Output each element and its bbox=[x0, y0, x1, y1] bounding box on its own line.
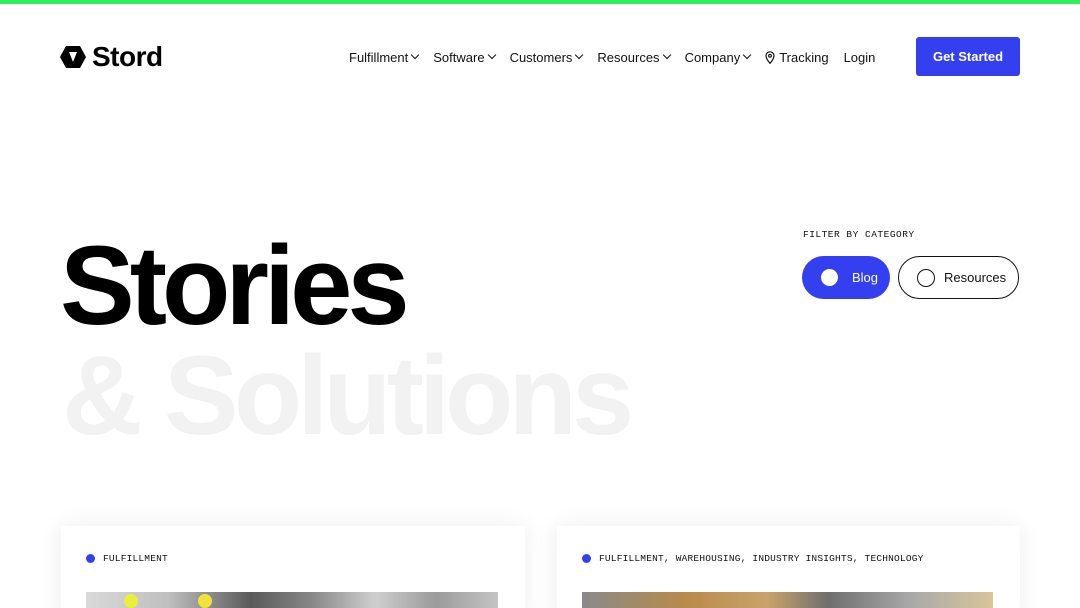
site-header: Stord Fulfillment Software Customers Res… bbox=[0, 4, 1080, 108]
nav-label: Software bbox=[433, 49, 485, 65]
nav-label: Customers bbox=[509, 49, 573, 65]
page-subtitle: & Solutions bbox=[62, 333, 634, 458]
radio-unselected-icon bbox=[917, 268, 935, 287]
logo-link[interactable]: Stord bbox=[60, 42, 163, 72]
chevron-down-icon bbox=[411, 50, 420, 60]
filter-label: FILTER BY CATEGORY bbox=[803, 229, 915, 240]
logo-text: Stord bbox=[92, 41, 163, 72]
card-image bbox=[86, 592, 498, 608]
story-card[interactable]: FULFILLMENT bbox=[61, 526, 525, 608]
nav-label: Tracking bbox=[779, 49, 829, 65]
filter-option-label: Blog bbox=[852, 270, 879, 285]
category-dot-icon bbox=[582, 554, 591, 563]
filter-option-label: Resources bbox=[944, 270, 1007, 285]
chevron-down-icon bbox=[662, 50, 671, 60]
map-pin-icon bbox=[765, 50, 775, 64]
page-title: Stories bbox=[60, 223, 410, 348]
nav-label: Fulfillment bbox=[349, 49, 409, 65]
stord-hexagon-icon bbox=[60, 46, 86, 68]
worker-helmet-image-detail bbox=[124, 594, 138, 608]
worker-vest-image-detail bbox=[198, 594, 212, 608]
card-category: FULFILLMENT, WAREHOUSING, INDUSTRY INSIG… bbox=[582, 553, 924, 564]
card-image bbox=[582, 592, 993, 608]
nav-software[interactable]: Software bbox=[433, 49, 496, 65]
nav-tracking[interactable]: Tracking bbox=[765, 49, 829, 65]
nav-label: Resources bbox=[597, 49, 660, 65]
nav-label: Login bbox=[843, 49, 876, 65]
chevron-down-icon bbox=[575, 50, 584, 60]
filter-blog-button[interactable]: Blog bbox=[802, 256, 890, 299]
nav-fulfillment[interactable]: Fulfillment bbox=[349, 49, 420, 65]
story-card[interactable]: FULFILLMENT, WAREHOUSING, INDUSTRY INSIG… bbox=[557, 526, 1020, 608]
get-started-button[interactable]: Get Started bbox=[916, 37, 1020, 76]
chevron-down-icon bbox=[742, 50, 752, 60]
nav-login[interactable]: Login bbox=[844, 50, 876, 65]
main-nav: Fulfillment Software Customers Resources… bbox=[349, 48, 890, 66]
nav-customers[interactable]: Customers bbox=[509, 49, 584, 65]
card-category: FULFILLMENT bbox=[86, 553, 168, 564]
nav-label: Company bbox=[684, 49, 741, 65]
card-category-text: FULFILLMENT, WAREHOUSING, INDUSTRY INSIG… bbox=[599, 553, 924, 564]
filter-resources-button[interactable]: Resources bbox=[898, 256, 1019, 299]
category-dot-icon bbox=[86, 554, 95, 563]
card-category-text: FULFILLMENT bbox=[103, 553, 168, 564]
nav-company[interactable]: Company bbox=[684, 49, 752, 65]
chevron-down-icon bbox=[487, 50, 496, 60]
radio-selected-icon bbox=[821, 269, 838, 286]
nav-resources[interactable]: Resources bbox=[597, 49, 671, 65]
